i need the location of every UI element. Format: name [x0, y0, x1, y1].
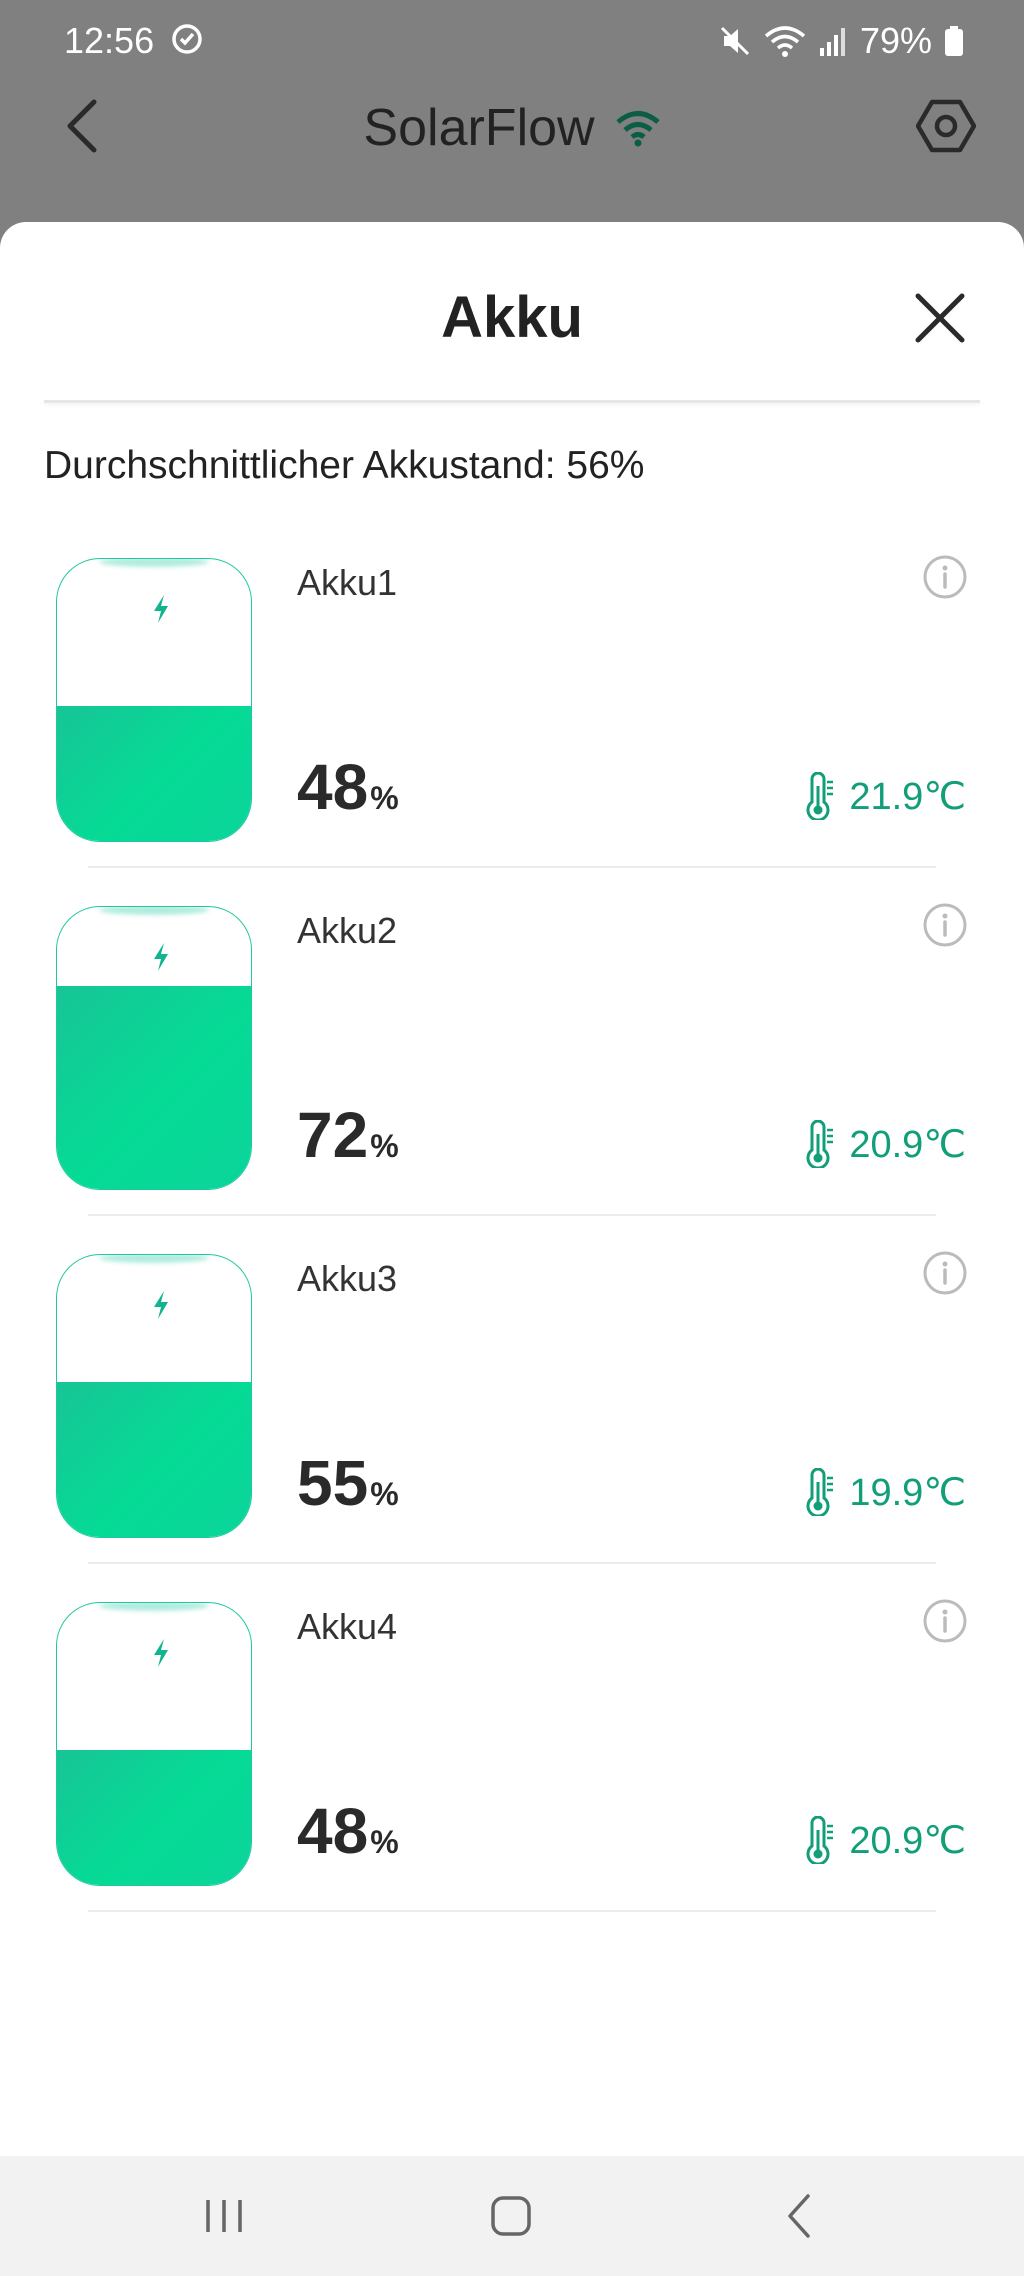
battery-glow [99, 559, 209, 567]
battery-icon [945, 26, 963, 56]
battery-name: Akku4 [297, 1606, 398, 1647]
alarm-icon [172, 24, 202, 54]
battery-name: Akku1 [297, 562, 398, 603]
app-title-bar: SolarFlow [0, 98, 1024, 158]
battery-name: Akku2 [297, 910, 398, 951]
percent-number: 48 [297, 751, 369, 823]
battery-row[interactable]: Akku4 48% 20.9℃ [0, 1564, 1024, 1912]
app-title: SolarFlow [363, 99, 595, 157]
row-divider [88, 1910, 936, 1912]
bolt-icon [154, 595, 168, 623]
battery-temperature: 19.9℃ [803, 1468, 966, 1516]
battery-fill [57, 985, 251, 1189]
battery-percent-value: 55% [297, 1446, 399, 1520]
percent-number: 48 [297, 1795, 369, 1867]
battery-glow [99, 907, 209, 915]
battery-percent-value: 48% [297, 750, 399, 824]
temperature-value: 21.9℃ [849, 775, 966, 818]
battery-glow [99, 1603, 209, 1611]
battery-row[interactable]: Akku1 48% 21.9℃ [0, 520, 1024, 868]
percent-unit: % [370, 1128, 399, 1164]
thermometer-icon [806, 1816, 834, 1864]
thermometer-icon [806, 772, 834, 820]
battery-row[interactable]: Akku2 72% 20.9℃ [0, 868, 1024, 1216]
battery-temperature: 20.9℃ [803, 1120, 966, 1168]
average-battery-level: Durchschnittlicher Akkustand: 56% [44, 444, 645, 487]
percent-unit: % [370, 780, 399, 816]
close-button[interactable] [912, 290, 968, 346]
bolt-icon [154, 1291, 168, 1319]
info-icon[interactable] [922, 1250, 968, 1296]
thermometer-icon [806, 1468, 834, 1516]
battery-temperature: 20.9℃ [803, 1816, 966, 1864]
system-nav-bar [0, 2156, 1024, 2276]
battery-percent-value: 72% [297, 1098, 399, 1172]
home-icon[interactable] [481, 2186, 541, 2246]
mute-icon [720, 26, 749, 56]
battery-fill [57, 705, 251, 841]
wifi-icon [615, 111, 660, 147]
battery-graphic [56, 1602, 252, 1886]
settings-button[interactable] [916, 96, 976, 156]
battery-graphic [56, 906, 252, 1190]
temperature-value: 20.9℃ [849, 1819, 966, 1862]
wifi-icon [764, 26, 806, 57]
thermometer-icon [806, 1120, 834, 1168]
sheet-title: Akku [441, 285, 583, 350]
battery-graphic [56, 1254, 252, 1538]
signal-icon [819, 28, 845, 56]
status-bar: 12:56 79% [0, 0, 1024, 82]
bolt-icon [154, 1639, 168, 1667]
battery-glow [99, 1255, 209, 1263]
battery-row[interactable]: Akku3 55% 19.9℃ [0, 1216, 1024, 1564]
status-time: 12:56 [64, 20, 155, 61]
battery-graphic [56, 558, 252, 842]
battery-fill [57, 1749, 251, 1885]
percent-unit: % [370, 1476, 399, 1512]
bolt-icon [154, 943, 168, 971]
percent-number: 55 [297, 1447, 369, 1519]
info-icon[interactable] [922, 902, 968, 948]
battery-name: Akku3 [297, 1258, 398, 1299]
percent-number: 72 [297, 1099, 369, 1171]
battery-fill [57, 1381, 251, 1537]
percent-unit: % [370, 1824, 399, 1860]
sheet-divider [44, 400, 980, 403]
battery-percent-value: 48% [297, 1794, 399, 1868]
temperature-value: 19.9℃ [849, 1471, 966, 1514]
battery-sheet: Akku Durchschnittlicher Akkustand: 56% A… [0, 222, 1024, 2156]
recent-apps-icon[interactable] [194, 2186, 254, 2246]
battery-percent: 79% [859, 20, 932, 61]
info-icon[interactable] [922, 554, 968, 600]
back-icon[interactable] [770, 2186, 830, 2246]
info-icon[interactable] [922, 1598, 968, 1644]
battery-temperature: 21.9℃ [803, 772, 966, 820]
temperature-value: 20.9℃ [849, 1123, 966, 1166]
status-icons: 79% [718, 20, 964, 62]
